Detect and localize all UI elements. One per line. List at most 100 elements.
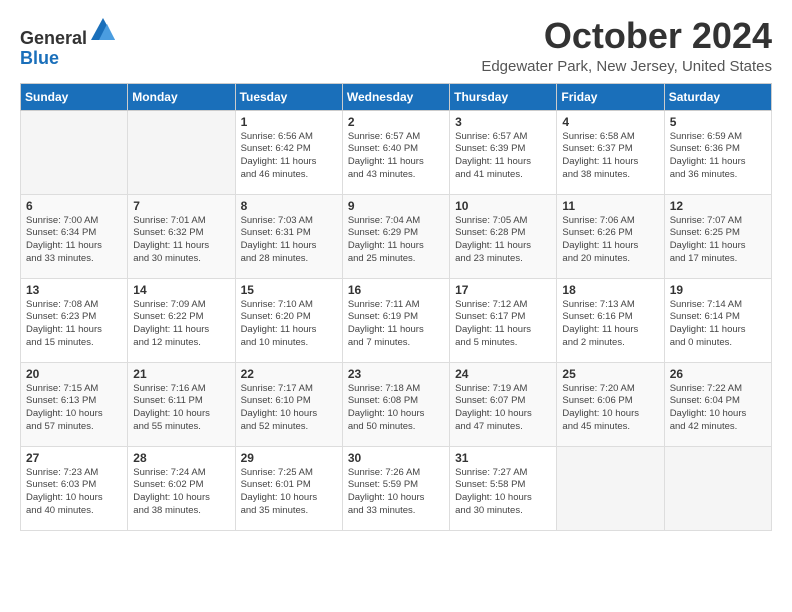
calendar-table: SundayMondayTuesdayWednesdayThursdayFrid… (20, 83, 772, 531)
location-title: Edgewater Park, New Jersey, United State… (481, 58, 772, 75)
day-detail: Sunrise: 6:59 AM Sunset: 6:36 PM Dayligh… (670, 131, 766, 182)
calendar-cell: 11Sunrise: 7:06 AM Sunset: 6:26 PM Dayli… (557, 194, 664, 278)
day-number: 8 (241, 199, 337, 213)
weekday-header-thursday: Thursday (450, 83, 557, 110)
calendar-cell: 30 Sunrise: 7:26 AM Sunset: 5:59 PM Dayli… (342, 446, 449, 530)
day-number: 1 (241, 115, 337, 129)
day-number: 5 (670, 115, 766, 129)
week-row-4: 27 Sunrise: 7:23 AM Sunset: 6:03 PM Dayli… (21, 446, 772, 530)
calendar-cell: 12 Sunrise: 7:07 AM Sunset: 6:25 PM Dayli… (664, 194, 771, 278)
calendar-cell: 8 Sunrise: 7:03 AM Sunset: 6:31 PM Daylig… (235, 194, 342, 278)
day-number: 17 (455, 283, 551, 297)
day-detail: Sunrise: 7:12 AM Sunset: 6:17 PM Dayligh… (455, 299, 551, 350)
day-number: 7 (133, 199, 229, 213)
calendar-cell (128, 110, 235, 194)
calendar-cell: 26 Sunrise: 7:22 AM Sunset: 6:04 PM Dayli… (664, 362, 771, 446)
day-number: 20 (26, 367, 122, 381)
calendar-cell (557, 446, 664, 530)
calendar-cell (21, 110, 128, 194)
day-detail: Sunrise: 7:09 AM Sunset: 6:22 PM Dayligh… (133, 299, 229, 350)
day-number: 25 (562, 367, 658, 381)
day-number: 15 (241, 283, 337, 297)
day-number: 30 (348, 451, 444, 465)
calendar-cell: 24 Sunrise: 7:19 AM Sunset: 6:07 PM Dayli… (450, 362, 557, 446)
title-area: October 2024 Edgewater Park, New Jersey,… (481, 16, 772, 75)
day-detail: Sunrise: 7:19 AM Sunset: 6:07 PM Dayligh… (455, 383, 551, 434)
day-number: 13 (26, 283, 122, 297)
day-number: 3 (455, 115, 551, 129)
day-detail: Sunrise: 7:01 AM Sunset: 6:32 PM Dayligh… (133, 215, 229, 266)
calendar-cell: 25 Sunrise: 7:20 AM Sunset: 6:06 PM Dayli… (557, 362, 664, 446)
calendar-cell: 6 Sunrise: 7:00 AM Sunset: 6:34 PM Daylig… (21, 194, 128, 278)
weekday-header-saturday: Saturday (664, 83, 771, 110)
day-detail: Sunrise: 7:11 AM Sunset: 6:19 PM Dayligh… (348, 299, 444, 350)
header: General Blue October 2024 Edgewater Park… (20, 16, 772, 75)
week-row-3: 20 Sunrise: 7:15 AM Sunset: 6:13 PM Dayli… (21, 362, 772, 446)
day-detail: Sunrise: 7:14 AM Sunset: 6:14 PM Dayligh… (670, 299, 766, 350)
calendar-cell: 9Sunrise: 7:04 AM Sunset: 6:29 PM Daylig… (342, 194, 449, 278)
day-detail: Sunrise: 7:22 AM Sunset: 6:04 PM Dayligh… (670, 383, 766, 434)
week-row-2: 13 Sunrise: 7:08 AM Sunset: 6:23 PM Dayli… (21, 278, 772, 362)
calendar-cell: 10Sunrise: 7:05 AM Sunset: 6:28 PM Dayli… (450, 194, 557, 278)
day-detail: Sunrise: 7:20 AM Sunset: 6:06 PM Dayligh… (562, 383, 658, 434)
day-number: 28 (133, 451, 229, 465)
day-number: 31 (455, 451, 551, 465)
day-detail: Sunrise: 7:08 AM Sunset: 6:23 PM Dayligh… (26, 299, 122, 350)
calendar-cell: 23 Sunrise: 7:18 AM Sunset: 6:08 PM Dayli… (342, 362, 449, 446)
calendar-cell: 19 Sunrise: 7:14 AM Sunset: 6:14 PM Dayli… (664, 278, 771, 362)
weekday-header-tuesday: Tuesday (235, 83, 342, 110)
day-number: 16 (348, 283, 444, 297)
day-number: 14 (133, 283, 229, 297)
calendar-cell: 4 Sunrise: 6:58 AM Sunset: 6:37 PM Daylig… (557, 110, 664, 194)
day-detail: Sunrise: 6:57 AM Sunset: 6:40 PM Dayligh… (348, 131, 444, 182)
month-title: October 2024 (481, 16, 772, 56)
weekday-header-row: SundayMondayTuesdayWednesdayThursdayFrid… (21, 83, 772, 110)
day-number: 27 (26, 451, 122, 465)
day-number: 12 (670, 199, 766, 213)
day-detail: Sunrise: 7:17 AM Sunset: 6:10 PM Dayligh… (241, 383, 337, 434)
week-row-1: 6 Sunrise: 7:00 AM Sunset: 6:34 PM Daylig… (21, 194, 772, 278)
day-detail: Sunrise: 7:03 AM Sunset: 6:31 PM Dayligh… (241, 215, 337, 266)
calendar-cell: 22Sunrise: 7:17 AM Sunset: 6:10 PM Dayli… (235, 362, 342, 446)
day-detail: Sunrise: 7:18 AM Sunset: 6:08 PM Dayligh… (348, 383, 444, 434)
day-number: 24 (455, 367, 551, 381)
calendar-cell: 5 Sunrise: 6:59 AM Sunset: 6:36 PM Daylig… (664, 110, 771, 194)
day-detail: Sunrise: 7:10 AM Sunset: 6:20 PM Dayligh… (241, 299, 337, 350)
calendar-cell: 7 Sunrise: 7:01 AM Sunset: 6:32 PM Daylig… (128, 194, 235, 278)
calendar-cell: 29Sunrise: 7:25 AM Sunset: 6:01 PM Dayli… (235, 446, 342, 530)
day-number: 6 (26, 199, 122, 213)
day-detail: Sunrise: 7:00 AM Sunset: 6:34 PM Dayligh… (26, 215, 122, 266)
calendar-cell: 31Sunrise: 7:27 AM Sunset: 5:58 PM Dayli… (450, 446, 557, 530)
day-detail: Sunrise: 7:23 AM Sunset: 6:03 PM Dayligh… (26, 467, 122, 518)
day-detail: Sunrise: 6:58 AM Sunset: 6:37 PM Dayligh… (562, 131, 658, 182)
calendar-cell: 17 Sunrise: 7:12 AM Sunset: 6:17 PM Dayli… (450, 278, 557, 362)
day-detail: Sunrise: 7:25 AM Sunset: 6:01 PM Dayligh… (241, 467, 337, 518)
day-number: 21 (133, 367, 229, 381)
week-row-0: 1 Sunrise: 6:56 AM Sunset: 6:42 PM Daylig… (21, 110, 772, 194)
day-number: 4 (562, 115, 658, 129)
day-detail: Sunrise: 7:15 AM Sunset: 6:13 PM Dayligh… (26, 383, 122, 434)
day-number: 23 (348, 367, 444, 381)
calendar-cell: 21Sunrise: 7:16 AM Sunset: 6:11 PM Dayli… (128, 362, 235, 446)
calendar-cell: 16 Sunrise: 7:11 AM Sunset: 6:19 PM Dayli… (342, 278, 449, 362)
calendar-cell: 28Sunrise: 7:24 AM Sunset: 6:02 PM Dayli… (128, 446, 235, 530)
logo-blue-text: Blue (20, 48, 59, 68)
day-number: 19 (670, 283, 766, 297)
day-number: 26 (670, 367, 766, 381)
weekday-header-wednesday: Wednesday (342, 83, 449, 110)
calendar-cell: 2 Sunrise: 6:57 AM Sunset: 6:40 PM Daylig… (342, 110, 449, 194)
calendar-cell: 15 Sunrise: 7:10 AM Sunset: 6:20 PM Dayli… (235, 278, 342, 362)
day-detail: Sunrise: 6:56 AM Sunset: 6:42 PM Dayligh… (241, 131, 337, 182)
calendar-cell: 3 Sunrise: 6:57 AM Sunset: 6:39 PM Daylig… (450, 110, 557, 194)
day-detail: Sunrise: 7:07 AM Sunset: 6:25 PM Dayligh… (670, 215, 766, 266)
day-detail: Sunrise: 6:57 AM Sunset: 6:39 PM Dayligh… (455, 131, 551, 182)
day-detail: Sunrise: 7:26 AM Sunset: 5:59 PM Dayligh… (348, 467, 444, 518)
day-number: 18 (562, 283, 658, 297)
day-number: 9 (348, 199, 444, 213)
day-number: 2 (348, 115, 444, 129)
day-detail: Sunrise: 7:06 AM Sunset: 6:26 PM Dayligh… (562, 215, 658, 266)
logo: General Blue (20, 16, 117, 69)
calendar-cell: 1 Sunrise: 6:56 AM Sunset: 6:42 PM Daylig… (235, 110, 342, 194)
day-number: 10 (455, 199, 551, 213)
calendar-cell: 27 Sunrise: 7:23 AM Sunset: 6:03 PM Dayli… (21, 446, 128, 530)
